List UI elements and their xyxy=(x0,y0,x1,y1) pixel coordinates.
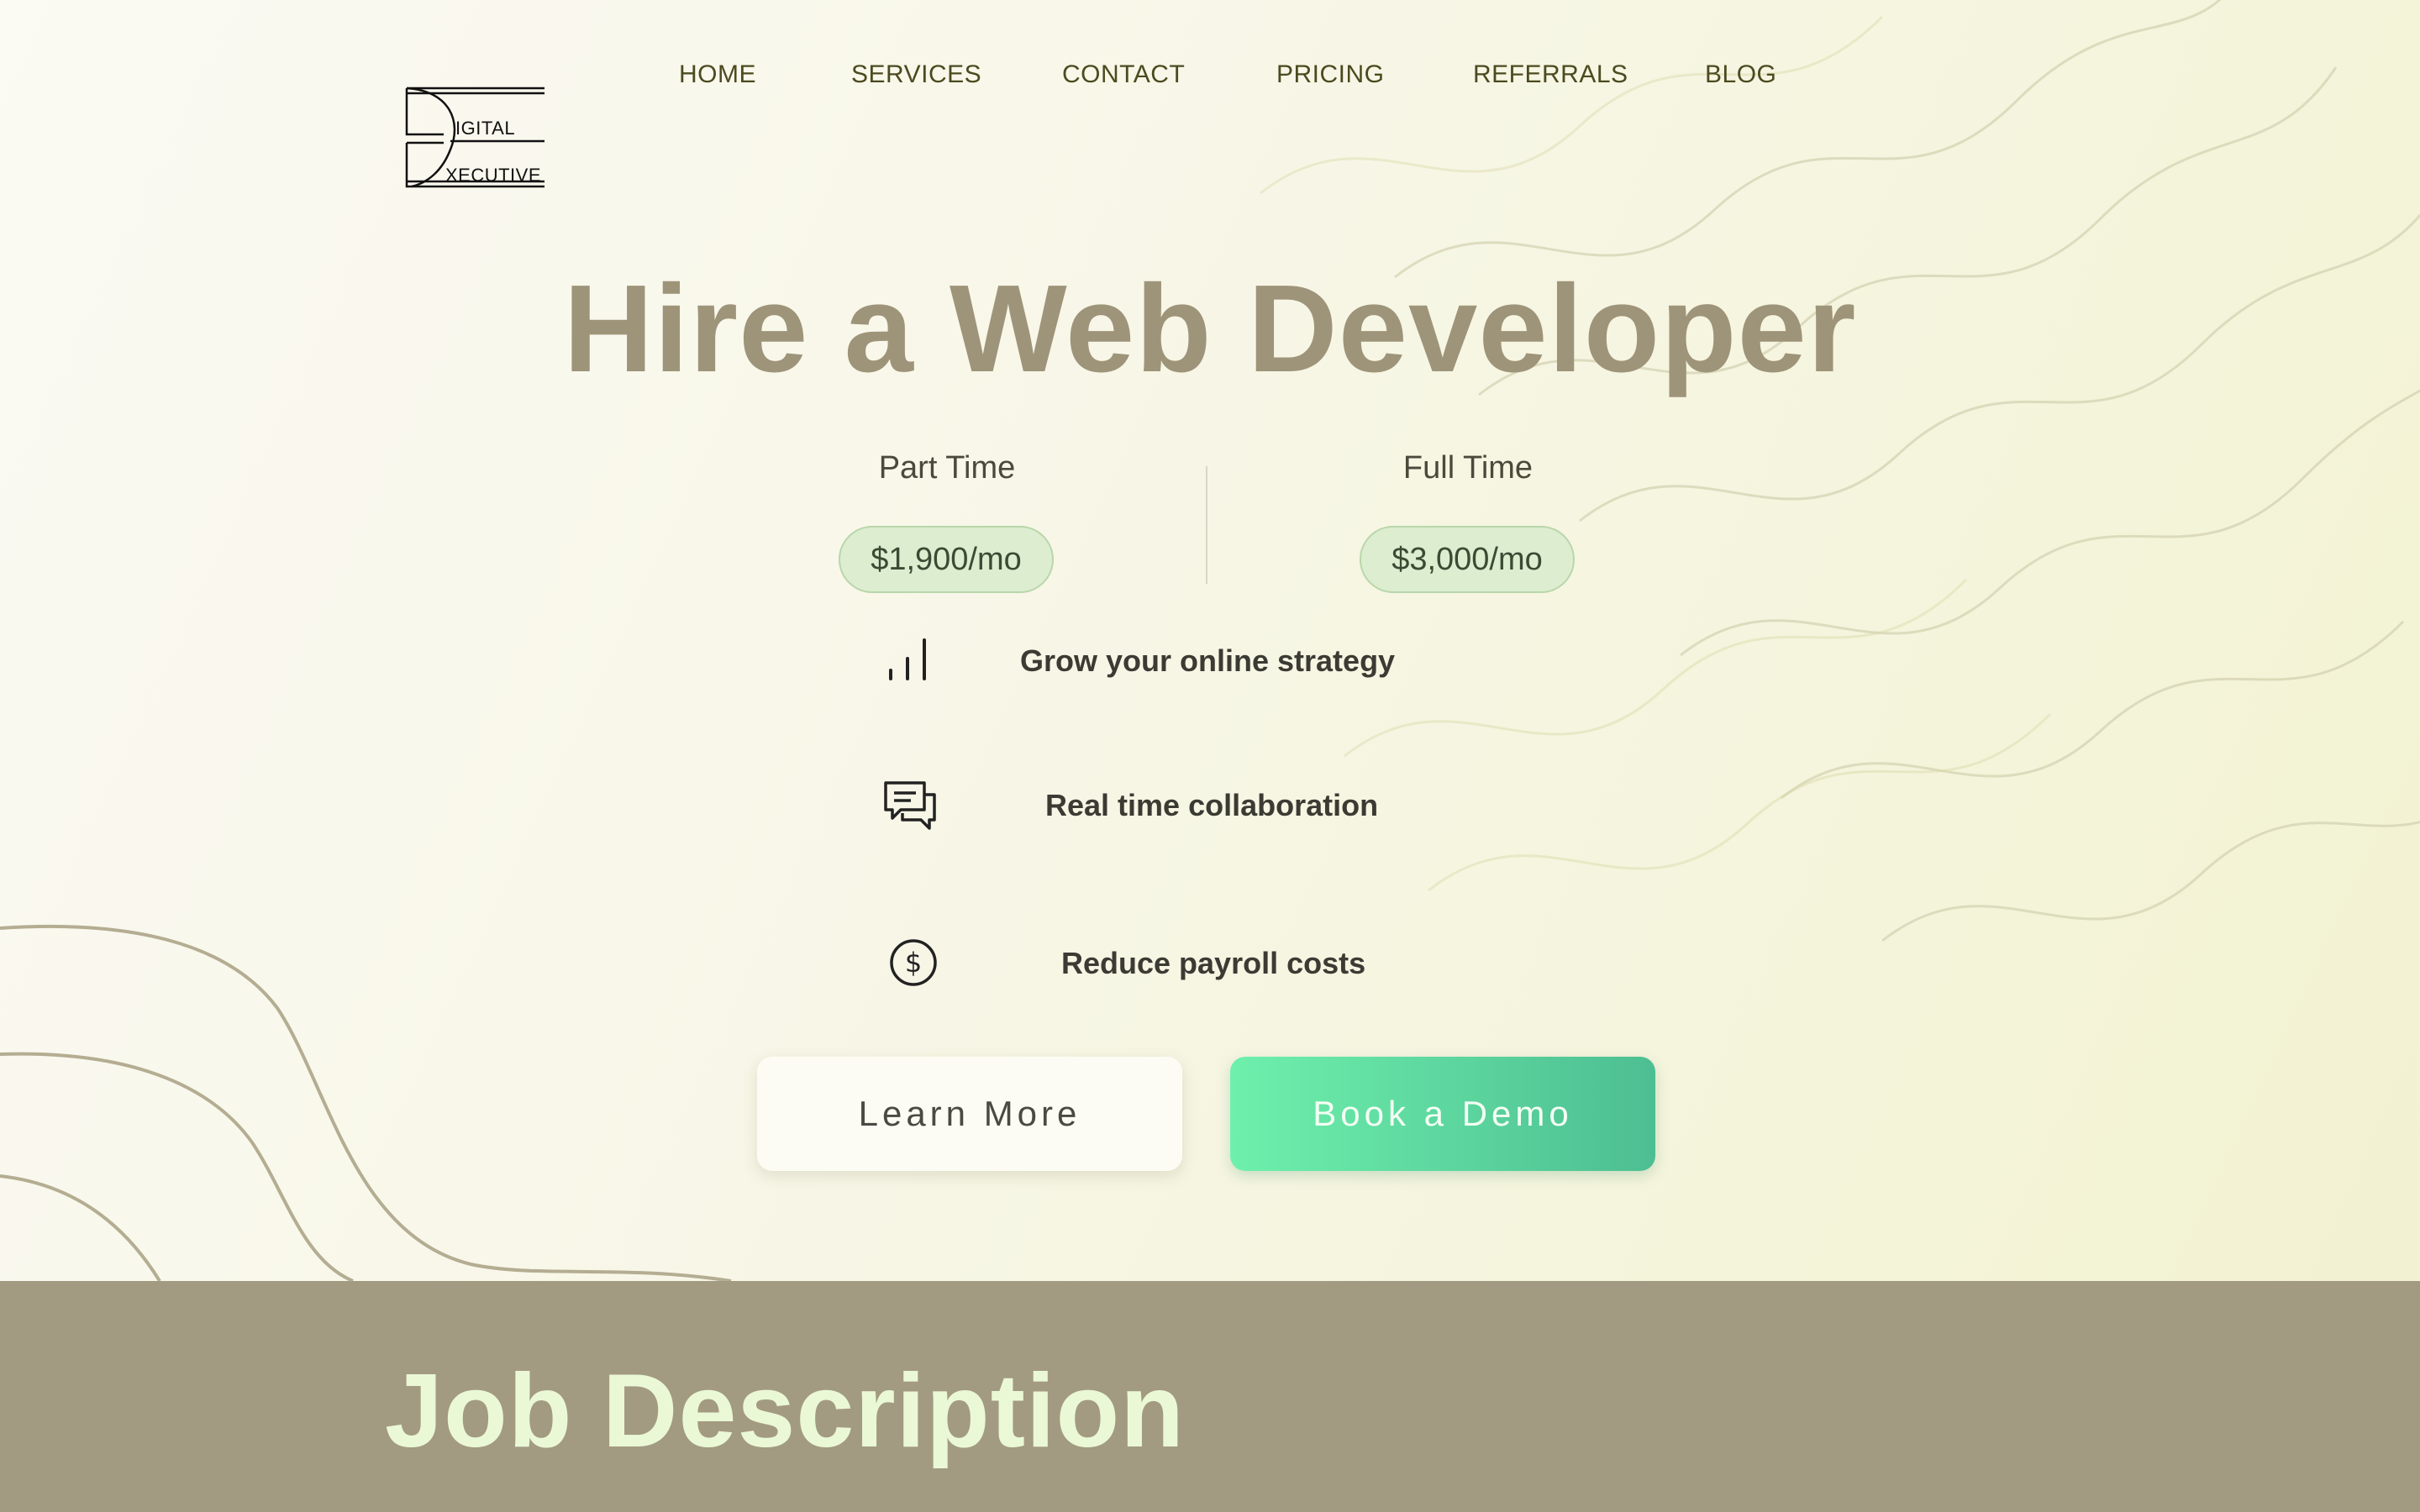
job-description-section xyxy=(0,1281,2420,1512)
hero-section: IGITAL XECUTIVE HOME SERVICES CONTACT PR… xyxy=(0,0,2420,1281)
nav-blog[interactable]: BLOG xyxy=(1705,60,1776,89)
svg-text:$: $ xyxy=(905,947,922,979)
dollar-circle-icon: $ xyxy=(888,937,939,992)
nav-services[interactable]: SERVICES xyxy=(851,60,981,89)
plan-label-part-time: Part Time xyxy=(878,450,1016,486)
learn-more-button[interactable]: Learn More xyxy=(757,1057,1182,1171)
section-title: Job Description xyxy=(385,1353,1186,1469)
main-nav: HOME SERVICES CONTACT PRICING REFERRALS … xyxy=(0,60,2420,102)
nav-pricing[interactable]: PRICING xyxy=(1276,60,1385,89)
decorative-contour-lines xyxy=(0,0,2420,1281)
feature-collaboration: Real time collaboration xyxy=(1045,788,1379,822)
feature-grow-strategy: Grow your online strategy xyxy=(1020,643,1396,678)
feature-reduce-payroll: Reduce payroll costs xyxy=(1061,946,1366,980)
price-badge-full-time: $3,000/mo xyxy=(1360,526,1575,593)
price-badge-part-time: $1,900/mo xyxy=(839,526,1054,593)
plan-divider xyxy=(1206,466,1207,584)
nav-contact[interactable]: CONTACT xyxy=(1062,60,1185,89)
logo-word-top: IGITAL xyxy=(455,118,516,139)
logo-word-bottom: XECUTIVE xyxy=(445,165,542,186)
book-demo-button[interactable]: Book a Demo xyxy=(1230,1057,1655,1171)
nav-home[interactable]: HOME xyxy=(679,60,756,89)
nav-referrals[interactable]: REFERRALS xyxy=(1473,60,1628,89)
chat-bubbles-icon xyxy=(882,778,938,836)
plan-label-full-time: Full Time xyxy=(1402,450,1534,486)
page-title: Hire a Web Developer xyxy=(563,260,1857,398)
bar-chart-icon xyxy=(884,635,934,690)
